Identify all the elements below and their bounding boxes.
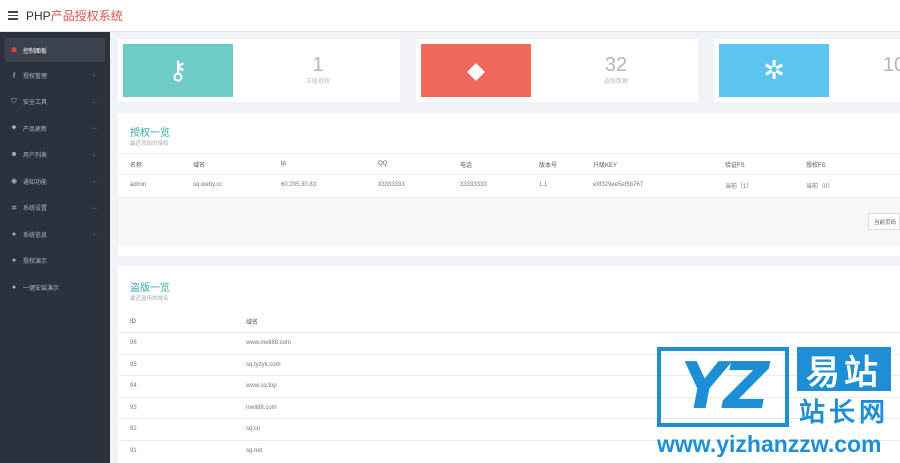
stat-card-third: ✲ 10 [714, 39, 900, 102]
cell-id: 95 [118, 353, 234, 376]
app-title-prefix: PHP [26, 9, 51, 23]
tags-icon: ⬥ [11, 124, 17, 132]
cell-name: admin [118, 174, 181, 196]
cell-id: 91 [118, 439, 234, 462]
stat-tile: ✲ [719, 44, 829, 97]
play-icon: ● [11, 283, 17, 291]
col-header: 验证FS [713, 153, 794, 175]
col-header: 域名 [181, 153, 269, 175]
users-icon: ☻ [10, 151, 18, 159]
col-header: 版本号 [527, 153, 581, 175]
stat-label: 盗版数据 [603, 79, 628, 85]
col-header: QQ [366, 153, 448, 175]
sidebar-item-settings[interactable]: ✲ 系统设置 ← [0, 195, 110, 222]
stat-card-pirated: ⬥ 32 盗版数据 [416, 39, 698, 102]
cell-id: 94 [118, 375, 234, 397]
table-row[interactable]: admin sq.weby.cc 60.205.30.83 33333333 3… [118, 174, 900, 196]
cell-phone: 33333333 [448, 174, 527, 196]
page-button[interactable]: 当前页码 [868, 213, 900, 230]
eye-icon: ● [11, 257, 17, 265]
sidebar-item-label: 控制面板 [23, 48, 48, 55]
sidebar-item-label: 系统设置 [23, 206, 48, 213]
chevron-left-icon: ← [92, 98, 98, 105]
menu-toggle-icon[interactable] [8, 11, 18, 20]
chevron-left-icon: ← [92, 125, 98, 132]
cell-ip: 60.205.30.83 [269, 174, 366, 196]
license-panel: 授权一览 最近添加的授权 名称 域名 ip QQ 电话 版本号 升级KEY 验证… [118, 113, 900, 256]
cell-id: 96 [118, 332, 234, 354]
cell-domain: sq.weby.cc [181, 174, 269, 196]
sidebar-item-license-demo[interactable]: ● 授权演示 [0, 248, 110, 275]
app-title[interactable]: PHP产品授权系统 [26, 7, 123, 24]
sidebar-item-label: 产品更新 [23, 126, 48, 133]
sidebar-item-updates[interactable]: ⬥ 产品更新 ← [0, 115, 110, 142]
watermark-logo: YZ 易站 站长网 www.yizhanzzw.com [655, 345, 900, 463]
sidebar-item-label: 授权管理 [23, 73, 48, 80]
sidebar-item-security[interactable]: ⛉ 安全工具 ← [0, 89, 110, 116]
cell-version: 1.1 [527, 174, 581, 196]
gears-icon: ✲ [11, 204, 17, 212]
table-header-row: ID 域名 [118, 311, 900, 333]
col-header: 授权FS [794, 153, 900, 175]
top-bar: PHP产品授权系统 [0, 0, 900, 32]
key-icon: ⚷ [168, 55, 188, 85]
watermark-yz: YZ [657, 347, 789, 427]
shield-icon: ⛉ [11, 97, 17, 105]
gears-icon: ✲ [763, 55, 785, 85]
sidebar-item-label: 一键安装演示 [23, 285, 60, 292]
stat-tile: ⬥ [421, 44, 531, 97]
tags-icon: ⬥ [466, 54, 486, 85]
cell-qq: 33333333 [366, 174, 448, 196]
col-header: ip [269, 153, 366, 175]
dashboard-icon: ☗ [10, 47, 18, 54]
watermark-url: www.yizhanzzw.com [657, 430, 882, 457]
chevron-left-icon: ← [92, 151, 98, 158]
sidebar-item-label: 用户列表 [23, 153, 48, 160]
cell-upgrade-key: e9f329ee5ef5b767 [581, 174, 713, 196]
bell-icon: ◉ [10, 178, 18, 186]
cell-license-fs: 当前（0） [794, 174, 900, 196]
table-header-row: 名称 域名 ip QQ 电话 版本号 升级KEY 验证FS 授权FS [118, 153, 900, 175]
panel-title: 授权一览 [130, 128, 170, 139]
panel-subtitle: 最近盗用的域名 [130, 296, 169, 302]
sidebar-item-dashboard[interactable]: ☗ 控制面板 [5, 38, 105, 62]
sidebar-item-install-demo[interactable]: ● 一键安装演示 [0, 274, 110, 301]
stat-value: 32 [604, 54, 628, 76]
chevron-left-icon: ← [92, 204, 98, 211]
chevron-left-icon: ← [92, 72, 98, 79]
sidebar-item-label: 安全工具 [23, 100, 48, 107]
chevron-left-icon: ← [92, 178, 98, 185]
stat-card-licensed: ⚷ 1 正版授权 [118, 39, 400, 102]
stat-value: 10 [882, 54, 900, 76]
sidebar: ☗ 控制面板 ⚷ 授权管理 ← ⛉ 安全工具 ← ⬥ 产品更新 ← ☻ 用户列表… [0, 32, 110, 463]
license-table: 名称 域名 ip QQ 电话 版本号 升级KEY 验证FS 授权FS admin… [118, 153, 900, 196]
stat-value: 1 [312, 54, 324, 76]
sidebar-item-sysinfo[interactable]: ● 系统信息 ← [0, 221, 110, 248]
sidebar-item-notify[interactable]: ◉ 通知功能 ← [0, 168, 110, 195]
panel-subtitle: 最近添加的授权 [130, 141, 169, 147]
col-header: 域名 [246, 320, 259, 326]
col-header: 名称 [118, 153, 181, 175]
watermark-cn-bottom: 站长网 [798, 396, 889, 427]
sidebar-item-license[interactable]: ⚷ 授权管理 ← [0, 62, 110, 89]
col-header: 电话 [448, 153, 527, 175]
app-title-suffix: 产品授权系统 [50, 9, 123, 23]
col-header: 升级KEY [581, 153, 713, 175]
chevron-left-icon: ← [92, 231, 98, 238]
sidebar-item-label: 授权演示 [23, 259, 48, 266]
sidebar-item-label: 系统信息 [23, 232, 48, 239]
stat-tile: ⚷ [123, 44, 233, 97]
sidebar-item-label: 通知功能 [23, 179, 48, 186]
key-icon: ⚷ [11, 72, 17, 80]
panel-title: 盗版一览 [130, 283, 170, 294]
info-icon: ● [11, 230, 17, 238]
cell-id: 92 [118, 418, 234, 440]
col-header: ID [130, 318, 136, 325]
sidebar-item-users[interactable]: ☻ 用户列表 ← [0, 142, 110, 169]
cell-verify-fs: 当前（1） [713, 174, 794, 196]
cell-id: 93 [118, 396, 234, 419]
pagination-area [118, 197, 900, 247]
stat-label: 正版授权 [305, 79, 330, 85]
watermark-cn-top: 易站 [797, 347, 891, 392]
